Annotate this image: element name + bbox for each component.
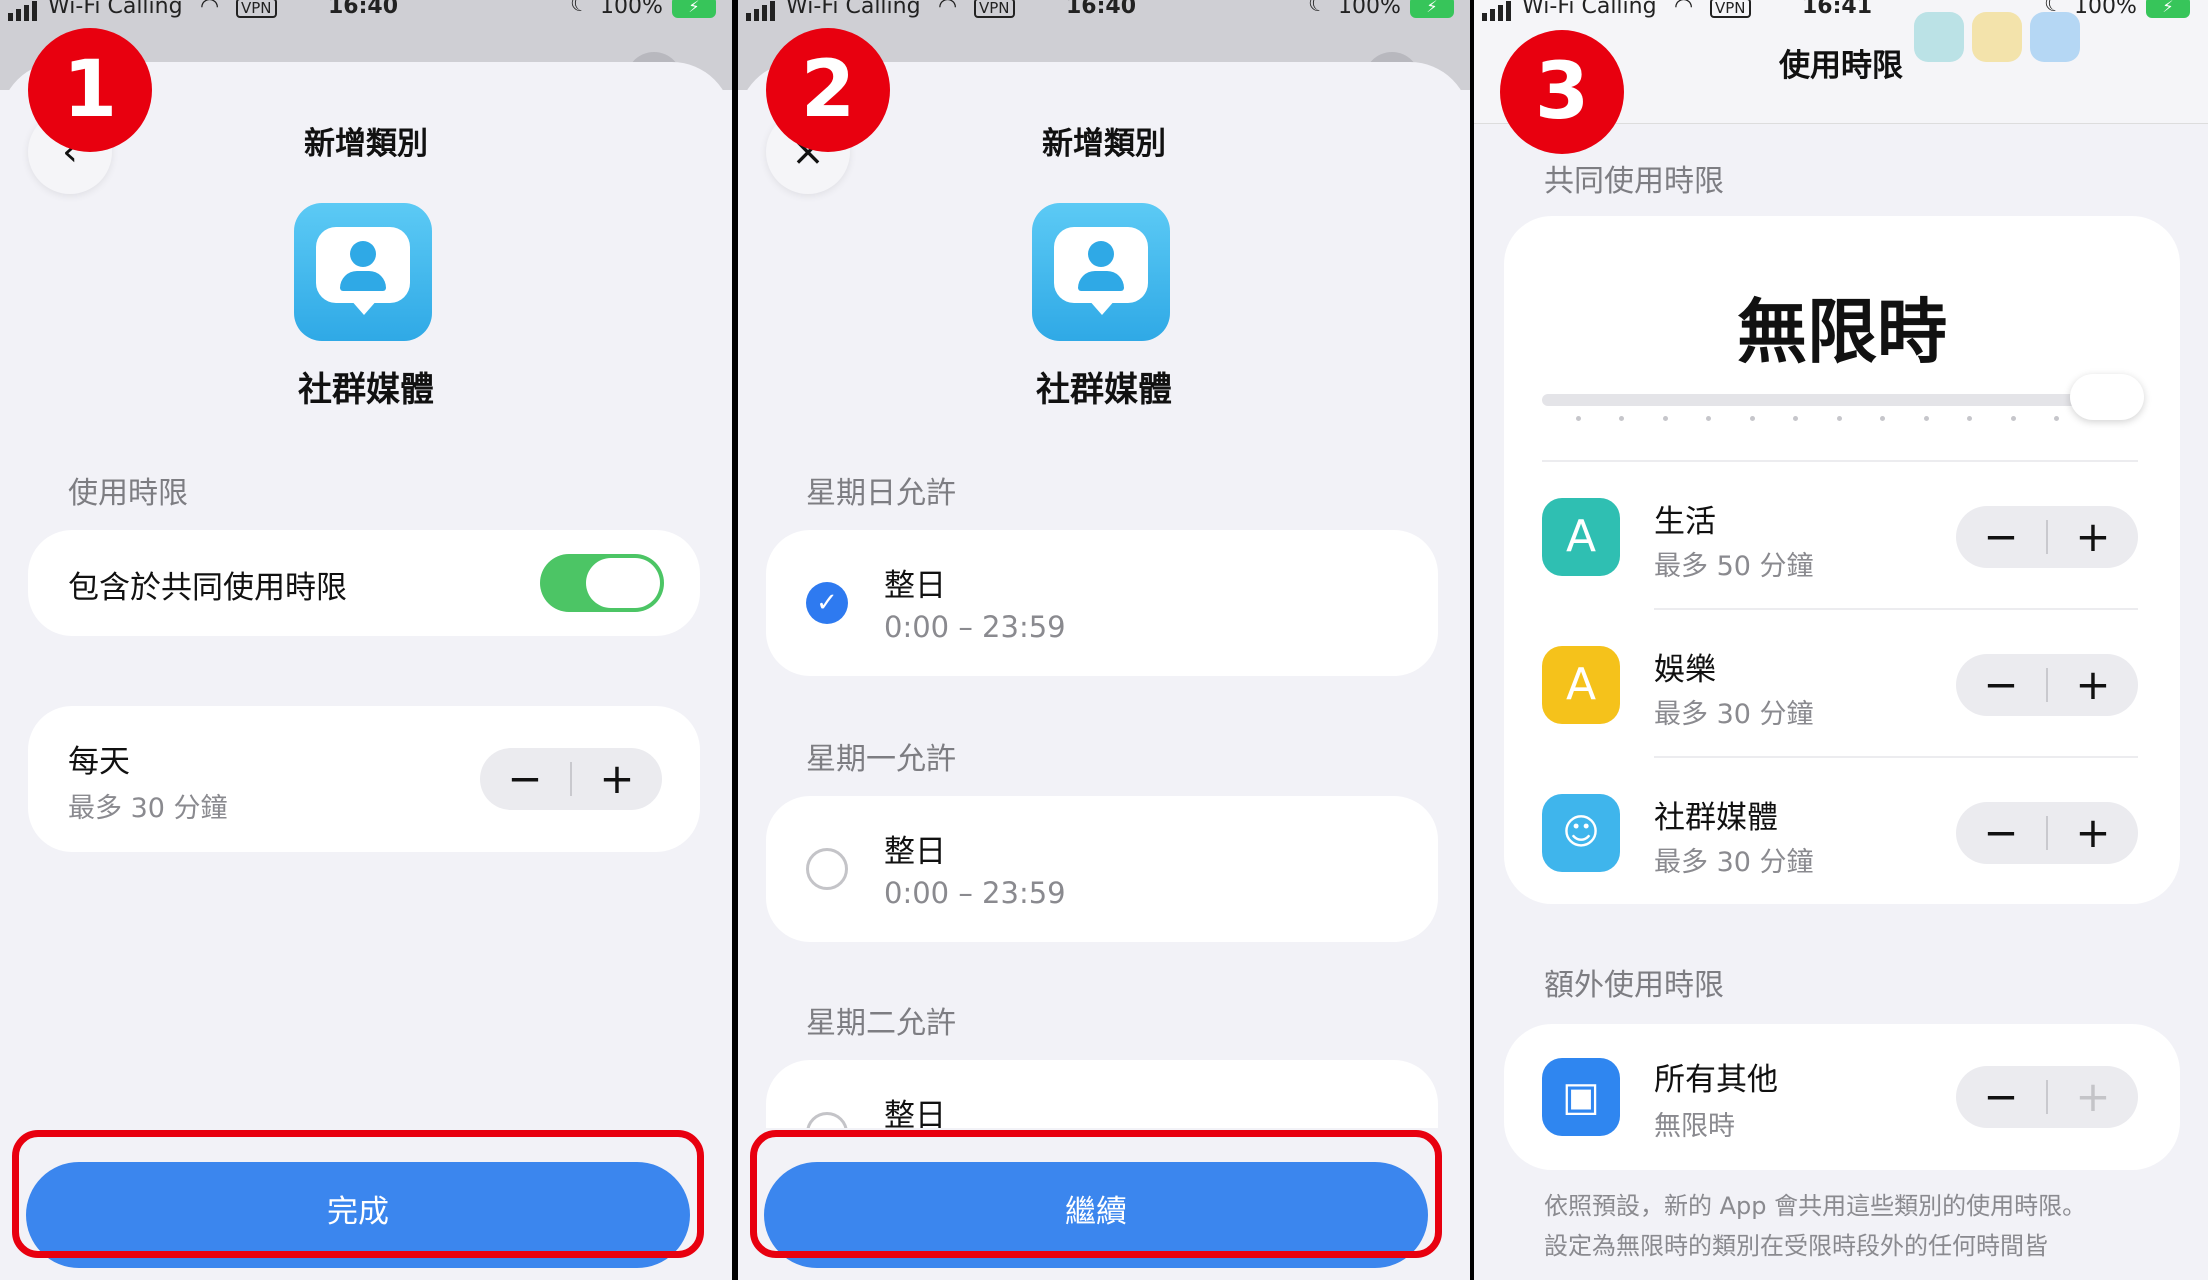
include-shared-label: 包含於共同使用時限 [68, 570, 347, 606]
divider [1654, 608, 2138, 610]
category-name: 社群媒體 [298, 370, 434, 410]
entertainment-stepper[interactable]: − + [1956, 654, 2138, 716]
status-bar: Wi-Fi Calling ◠ VPN 16:40 ☾ 100% ⚡ [738, 0, 1470, 26]
focus-moon-icon: ☾ [2044, 0, 2064, 17]
daily-limit-row: 每天 最多 30 分鐘 − + [28, 706, 700, 852]
step-badge-1: 1 [28, 28, 152, 152]
highlight-box [12, 1130, 704, 1258]
increase-button[interactable]: + [2048, 506, 2138, 568]
option-label: 整日 [884, 834, 946, 870]
daily-limit-stepper[interactable]: − + [480, 748, 662, 810]
increase-button[interactable]: + [572, 748, 662, 810]
focus-moon-icon: ☾ [1308, 0, 1328, 17]
wifi-icon: ◠ [200, 0, 220, 19]
social-media-category-icon [294, 203, 432, 341]
battery-charging-icon: ⚡ [672, 0, 716, 18]
daily-label: 每天 [68, 744, 130, 780]
decrease-button[interactable]: − [1956, 802, 2046, 864]
carrier-label: Wi-Fi Calling [48, 0, 183, 19]
category-name-social: 社群媒體 [1654, 800, 1778, 836]
app-store-icon: A [1542, 646, 1620, 724]
clock: 16:40 [1066, 0, 1137, 19]
radio-unselected[interactable] [806, 848, 848, 890]
increase-button-disabled: + [2075, 1072, 2111, 1121]
layers-icon: ▣ [1542, 1058, 1620, 1136]
sunday-all-day-option[interactable]: ✓ 整日 0:00 – 23:59 [766, 530, 1438, 676]
status-bar: Wi-Fi Calling ◠ VPN 16:40 ☾ 100% ⚡ [0, 0, 732, 26]
option-time-range: 0:00 – 23:59 [884, 876, 1066, 910]
battery-charging-icon: ⚡ [1410, 0, 1454, 18]
signal-icon [746, 0, 778, 21]
category-name: 社群媒體 [1036, 370, 1172, 410]
footnote-line-1: 依照預設，新的 App 會共用這些類別的使用時限。 [1544, 1192, 2087, 1220]
all-other-stepper[interactable]: − + [1956, 1066, 2138, 1128]
divider [1542, 460, 2138, 462]
carrier-label: Wi-Fi Calling [786, 0, 921, 19]
vpn-badge: VPN [1710, 0, 1751, 18]
status-bar: Wi-Fi Calling ◠ VPN 16:41 ☾ 100% ⚡ [1474, 0, 2208, 26]
social-media-category-icon [1032, 203, 1170, 341]
daily-limit-value: 最多 30 分鐘 [68, 793, 228, 824]
option-label: 整日 [884, 568, 946, 604]
extra-limit-card: ▣ 所有其他 無限時 − + [1504, 1024, 2180, 1170]
panel-time-limits: 使用時限 Wi-Fi Calling ◠ VPN 16:41 ☾ 100% ⚡ … [1474, 0, 2208, 1280]
shared-limit-slider-handle[interactable] [2070, 374, 2144, 420]
category-limit-lifestyle: 最多 50 分鐘 [1654, 551, 1814, 582]
category-name-all-other: 所有其他 [1654, 1062, 1778, 1098]
social-stepper[interactable]: − + [1956, 802, 2138, 864]
divider [1654, 756, 2138, 758]
increase-button[interactable]: + [2048, 654, 2138, 716]
shared-limit-value: 無限時 [1737, 291, 1947, 373]
day-label-monday: 星期一允許 [806, 742, 956, 777]
battery-percent: 100% [600, 0, 663, 19]
monday-all-day-option[interactable]: 整日 0:00 – 23:59 [766, 796, 1438, 942]
option-time-range: 0:00 – 23:59 [884, 610, 1066, 644]
battery-charging-icon: ⚡ [2146, 0, 2190, 18]
signal-icon [8, 0, 40, 21]
signal-icon [1482, 0, 1514, 21]
app-store-icon: A [1542, 498, 1620, 576]
chat-person-icon: ☺ [1542, 794, 1620, 872]
category-name-lifestyle: 生活 [1654, 504, 1716, 540]
screenshot-stage: Wi-Fi Calling ◠ VPN 16:40 ☾ 100% ⚡ ‹ 新增類… [0, 0, 2208, 1280]
section-label-extra-limit: 額外使用時限 [1544, 968, 1724, 1003]
include-shared-row: 包含於共同使用時限 [28, 530, 700, 636]
shared-limit-card: 無限時 A 生活 最多 50 分鐘 − + A 娛樂 最多 30 分鐘 − + … [1504, 216, 2180, 904]
section-label-time-limit: 使用時限 [68, 476, 188, 511]
shared-limit-slider-track[interactable] [1542, 394, 2136, 406]
category-limit-entertainment: 最多 30 分鐘 [1654, 699, 1814, 730]
step-badge-3: 3 [1500, 30, 1624, 154]
category-name-entertainment: 娛樂 [1654, 652, 1716, 688]
category-limit-social: 最多 30 分鐘 [1654, 847, 1814, 878]
battery-percent: 100% [1338, 0, 1401, 19]
section-label-shared-limit: 共同使用時限 [1544, 164, 1724, 199]
day-label-sunday: 星期日允許 [806, 476, 956, 511]
clock: 16:40 [328, 0, 399, 19]
checkmark-icon[interactable]: ✓ [806, 582, 848, 624]
decrease-button[interactable]: − [1956, 1066, 2046, 1128]
wifi-icon: ◠ [1674, 0, 1694, 19]
decrease-button[interactable]: − [480, 748, 570, 810]
panel-new-category-step1: Wi-Fi Calling ◠ VPN 16:40 ☾ 100% ⚡ ‹ 新增類… [0, 0, 732, 1280]
lifestyle-stepper[interactable]: − + [1956, 506, 2138, 568]
vpn-badge: VPN [236, 0, 277, 18]
vpn-badge: VPN [974, 0, 1015, 18]
step-badge-2: 2 [766, 28, 890, 152]
panel-new-category-step2: Wi-Fi Calling ◠ VPN 16:40 ☾ 100% ⚡ × 新增類… [738, 0, 1470, 1280]
day-label-tuesday: 星期二允許 [806, 1006, 956, 1041]
clock: 16:41 [1802, 0, 1873, 19]
carrier-label: Wi-Fi Calling [1522, 0, 1657, 19]
include-shared-toggle[interactable] [540, 554, 664, 612]
decrease-button[interactable]: − [1956, 654, 2046, 716]
battery-percent: 100% [2074, 0, 2137, 19]
decrease-button[interactable]: − [1956, 506, 2046, 568]
highlight-box [750, 1130, 1442, 1258]
increase-button[interactable]: + [2048, 802, 2138, 864]
footnote-line-2: 設定為無限時的類別在受限時段外的任何時間皆 [1544, 1232, 2048, 1260]
wifi-icon: ◠ [938, 0, 958, 19]
focus-moon-icon: ☾ [570, 0, 590, 17]
category-limit-all-other: 無限時 [1654, 1111, 1735, 1142]
